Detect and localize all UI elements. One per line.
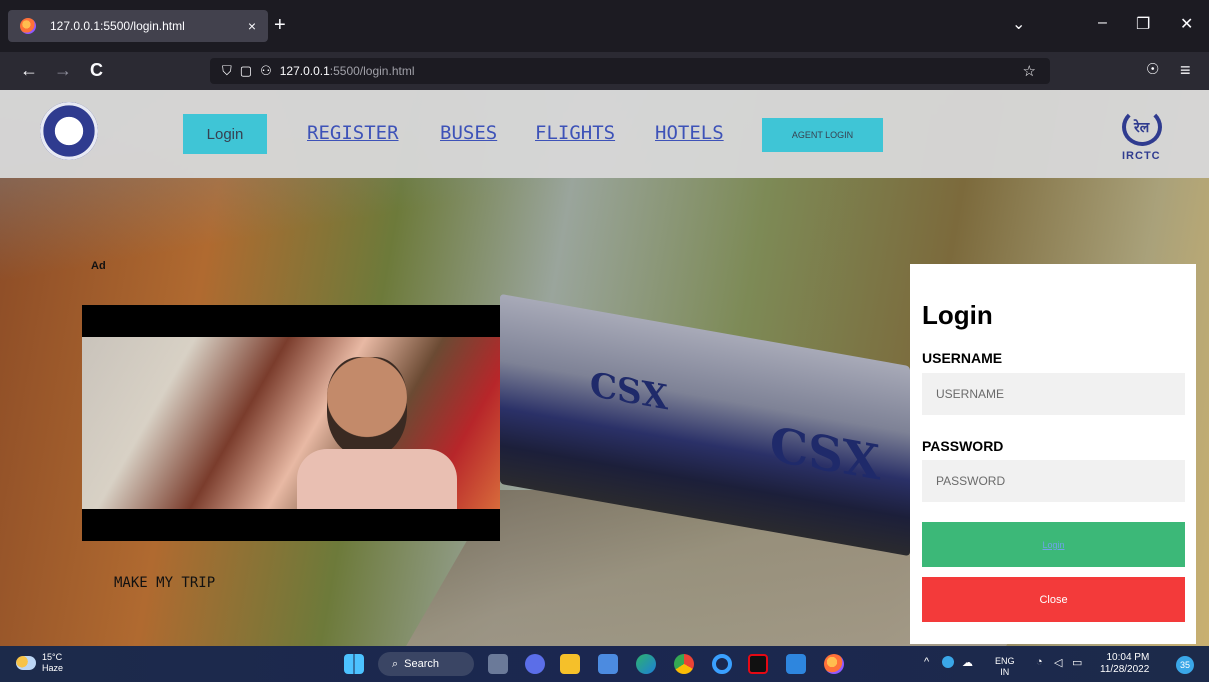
- weather-condition: Haze: [42, 663, 64, 673]
- shield-icon[interactable]: ⛉: [222, 63, 232, 79]
- tab-close-icon[interactable]: ×: [248, 18, 256, 34]
- clock-time: 10:04 PM: [1106, 652, 1150, 663]
- minimize-button[interactable]: –: [1098, 14, 1107, 32]
- temperature: 15°C: [42, 652, 63, 662]
- notification-badge[interactable]: 35: [1176, 656, 1194, 674]
- netflix-icon[interactable]: [748, 654, 768, 674]
- pocket-icon[interactable]: ☉: [1146, 60, 1159, 78]
- password-input[interactable]: [922, 460, 1185, 502]
- train-logo-text: CSX: [590, 364, 668, 419]
- close-button[interactable]: Close: [922, 577, 1185, 622]
- video-person-body: [297, 449, 457, 509]
- battery-icon[interactable]: ▭: [1072, 656, 1082, 669]
- taskbar: 15°C Haze ⌕ Search ^ ☁ ENG IN ◔ ◁ ▭ 10:0…: [0, 646, 1209, 682]
- username-label: USERNAME: [922, 350, 1003, 366]
- login-title: Login: [922, 300, 993, 330]
- language-indicator[interactable]: ENG IN: [995, 656, 1015, 678]
- nav-link-flights[interactable]: FLIGHTS: [535, 122, 615, 144]
- onedrive-icon[interactable]: ☁: [962, 656, 973, 669]
- url-host: 127.0.0.1: [279, 64, 330, 78]
- start-icon[interactable]: [344, 654, 364, 674]
- tab-title: 127.0.0.1:5500/login.html: [50, 19, 185, 33]
- irctc-logo-text: IRCTC: [1122, 150, 1161, 162]
- permissions-icon[interactable]: ⚇: [260, 63, 272, 79]
- weather-widget[interactable]: 15°C Haze: [16, 652, 63, 674]
- task-view-icon[interactable]: [488, 654, 508, 674]
- edge-icon[interactable]: [636, 654, 656, 674]
- browser-tab[interactable]: 127.0.0.1:5500/login.html ×: [8, 10, 268, 42]
- indian-railways-logo: [40, 102, 98, 160]
- clock-date: 11/28/2022: [1100, 664, 1150, 675]
- tab-list-icon[interactable]: ⌄: [1012, 14, 1025, 34]
- bookmark-star-icon[interactable]: ☆: [1023, 62, 1036, 80]
- web-page: CSX CSX Login REGISTER BUSES FLIGHTS HOT…: [0, 90, 1209, 646]
- video-person-face: [327, 357, 407, 457]
- video-frame: [82, 337, 500, 509]
- new-tab-button[interactable]: +: [274, 14, 286, 37]
- tray-chevron-icon[interactable]: ^: [924, 656, 929, 668]
- ad-label: Ad: [91, 260, 106, 272]
- wifi-icon[interactable]: ◔: [1036, 656, 1043, 668]
- username-input[interactable]: [922, 373, 1185, 415]
- login-submit-button[interactable]: Login: [922, 522, 1185, 567]
- ad-video[interactable]: [82, 305, 500, 541]
- password-label: PASSWORD: [922, 438, 1004, 454]
- irctc-logo-mark: रेल: [1134, 119, 1150, 135]
- nav-link-hotels[interactable]: HOTELS: [655, 122, 724, 144]
- store-icon[interactable]: [598, 654, 618, 674]
- browser-toolbar: ← → C ⛉ ▢ ⚇ 127.0.0.1 :5500/login.html ☆…: [0, 52, 1209, 90]
- login-panel: Login USERNAME PASSWORD Login Close: [910, 264, 1196, 644]
- tray-app-icon[interactable]: [942, 656, 954, 668]
- back-button[interactable]: ←: [20, 60, 38, 81]
- train-logo-text-large: CSX: [770, 416, 881, 492]
- firefox-icon: [20, 18, 36, 34]
- irctc-logo: रेल IRCTC: [1112, 106, 1176, 166]
- nav-login-button[interactable]: Login: [183, 114, 267, 154]
- menu-icon[interactable]: ≡: [1180, 60, 1191, 81]
- nav-link-register[interactable]: REGISTER: [307, 122, 399, 144]
- nav-link-buses[interactable]: BUSES: [440, 122, 497, 144]
- reload-button[interactable]: C: [90, 60, 103, 81]
- ad-caption: MAKE MY TRIP: [114, 575, 216, 591]
- restore-button[interactable]: ❐: [1136, 14, 1150, 34]
- language-code: ENG: [995, 656, 1015, 666]
- clock[interactable]: 10:04 PM 11/28/2022: [1100, 652, 1149, 676]
- search-label: Search: [404, 658, 440, 670]
- forward-button[interactable]: →: [54, 60, 72, 81]
- window-close-button[interactable]: ✕: [1180, 14, 1193, 34]
- taskbar-search[interactable]: ⌕ Search: [378, 652, 474, 676]
- firefox-taskbar-icon[interactable]: [824, 654, 844, 674]
- weather-icon: [16, 656, 36, 670]
- page-icon: ▢: [239, 63, 253, 78]
- language-region: IN: [1000, 667, 1010, 677]
- chat-icon[interactable]: [525, 654, 545, 674]
- address-bar[interactable]: ⛉ ▢ ⚇ 127.0.0.1 :5500/login.html ☆: [210, 58, 1050, 84]
- file-explorer-icon[interactable]: [560, 654, 580, 674]
- browser-tab-strip: 127.0.0.1:5500/login.html × + ⌄ – ❐ ✕: [0, 0, 1209, 52]
- site-header: Login REGISTER BUSES FLIGHTS HOTELS AGEN…: [0, 90, 1209, 178]
- url-path: :5500/login.html: [329, 64, 415, 78]
- cortana-icon[interactable]: [712, 654, 732, 674]
- agent-login-button[interactable]: AGENT LOGIN: [762, 118, 883, 152]
- chrome-icon[interactable]: [674, 654, 694, 674]
- search-icon: ⌕: [392, 657, 399, 670]
- vscode-icon[interactable]: [786, 654, 806, 674]
- volume-icon[interactable]: ◁: [1054, 656, 1062, 669]
